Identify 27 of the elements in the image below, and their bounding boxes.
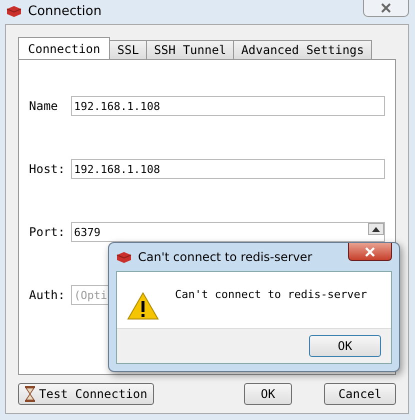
close-icon — [381, 2, 391, 12]
app-logo-icon — [116, 250, 132, 264]
spin-up-icon[interactable] — [368, 223, 384, 235]
tab[interactable]: Connection — [18, 37, 110, 59]
ok-button[interactable]: OK — [309, 335, 381, 357]
close-button[interactable] — [363, 0, 409, 17]
ok-button[interactable]: OK — [244, 383, 292, 405]
tab[interactable]: Advanced Settings — [233, 40, 372, 59]
input-field[interactable]: 192.168.1.108 — [71, 96, 385, 116]
dialog-title: Can't connect to redis-server — [138, 250, 312, 264]
error-message: Can't connect to redis-server — [175, 288, 368, 301]
field-label: Auth: — [29, 288, 66, 302]
close-button[interactable] — [348, 243, 392, 261]
cancel-button[interactable]: Cancel — [324, 383, 396, 405]
input-field[interactable]: 192.168.1.108 — [71, 159, 385, 179]
warning-icon — [127, 292, 159, 320]
test-connection-button[interactable]: Test Connection — [18, 383, 154, 405]
port-spinbox[interactable]: 6379 — [71, 222, 385, 242]
tab[interactable]: SSL — [109, 40, 147, 59]
app-logo-icon — [6, 4, 22, 18]
tab[interactable]: SSH Tunnel — [146, 40, 234, 59]
hourglass-icon — [25, 386, 35, 402]
close-icon — [365, 246, 375, 256]
field-label: Host: — [29, 162, 66, 176]
field-label: Name — [29, 99, 59, 113]
window-title: Connection — [28, 4, 102, 18]
field-label: Port: — [29, 225, 66, 239]
